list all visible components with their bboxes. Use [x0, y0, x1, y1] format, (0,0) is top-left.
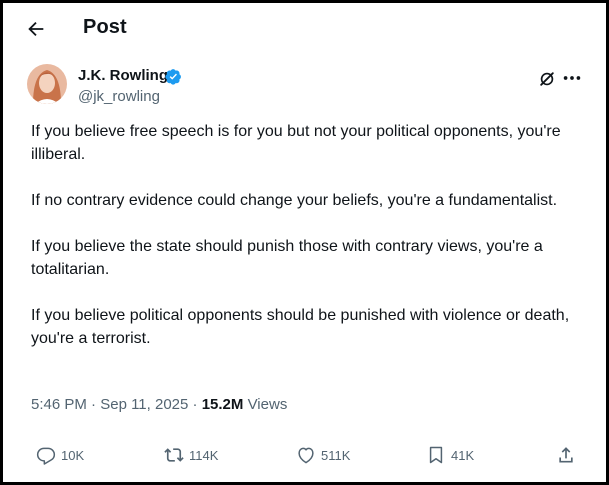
post-date[interactable]: Sep 11, 2025	[100, 396, 188, 413]
like-count: 511K	[321, 447, 351, 463]
verified-badge-icon	[165, 69, 181, 85]
bookmark-count: 41K	[451, 447, 475, 463]
reply-icon	[36, 447, 56, 465]
author-handle[interactable]: @jk_rowling	[78, 88, 160, 105]
author-avatar[interactable]	[27, 64, 67, 104]
back-arrow-icon	[28, 21, 44, 37]
meta-separator: ·	[192, 396, 202, 413]
tweet-paragraph: If you believe political opponents shoul…	[31, 307, 570, 347]
back-button[interactable]	[25, 18, 55, 44]
avatar-image	[27, 64, 67, 104]
views-count: 15.2M	[201, 396, 244, 413]
post-view: Post J.K. Rowling @jk_rowling If you bel…	[0, 0, 609, 485]
grok-icon[interactable]	[537, 69, 557, 89]
author-name[interactable]: J.K. Rowling	[78, 67, 168, 84]
tweet-paragraph: If you believe the state should punish t…	[31, 238, 543, 278]
share-icon	[559, 447, 573, 463]
like-icon	[298, 447, 314, 464]
post-time[interactable]: 5:46 PM	[31, 396, 87, 413]
meta-separator: ·	[91, 396, 101, 413]
reply-button[interactable]: 10K	[36, 441, 84, 469]
like-button[interactable]: 511K	[296, 441, 350, 469]
reply-count: 10K	[61, 447, 85, 463]
repost-button[interactable]: 114K	[164, 441, 218, 469]
tweet-text: If you believe free speech is for you bu…	[31, 120, 591, 373]
repost-icon	[164, 448, 184, 462]
tweet-meta: 5:46 PM · Sep 11, 2025 · 15.2M Views	[31, 396, 287, 413]
bookmark-icon	[429, 446, 443, 464]
more-icon[interactable]	[561, 67, 583, 89]
tweet-paragraph: If you believe free speech is for you bu…	[31, 123, 561, 163]
page-title: Post	[83, 16, 127, 38]
share-button[interactable]	[556, 441, 576, 469]
top-bar: Post	[3, 3, 606, 57]
bookmark-button[interactable]: 41K	[426, 441, 474, 469]
repost-count: 114K	[189, 447, 219, 463]
tweet-paragraph: If no contrary evidence could change you…	[31, 192, 558, 209]
views-label: Views	[247, 396, 288, 413]
action-bar: 10K 114K 511K 41K	[3, 441, 606, 469]
